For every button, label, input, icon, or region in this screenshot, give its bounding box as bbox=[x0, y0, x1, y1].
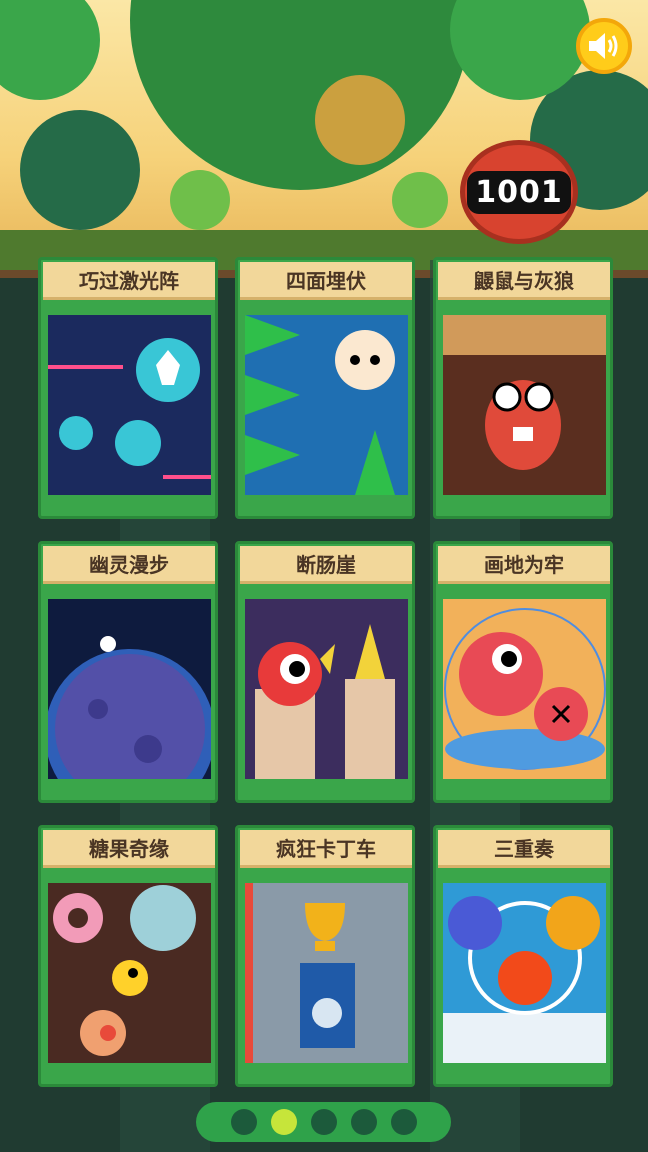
game-card-laser[interactable]: 巧过激光阵 bbox=[38, 257, 218, 519]
game-title: 鼹鼠与灰狼 bbox=[438, 262, 610, 300]
game-thumbnail-cliff bbox=[245, 599, 408, 779]
speaker-icon bbox=[589, 33, 618, 59]
game-title: 断肠崖 bbox=[240, 546, 412, 584]
game-card-ambush[interactable]: 四面埋伏 bbox=[235, 257, 415, 519]
game-card-prison[interactable]: 画地为牢 bbox=[433, 541, 613, 803]
game-thumbnail-mole bbox=[443, 315, 606, 495]
game-card-trio[interactable]: 三重奏 bbox=[433, 825, 613, 1087]
game-thumbnail-prison bbox=[443, 599, 606, 779]
game-title: 疯狂卡丁车 bbox=[240, 830, 412, 868]
game-title: 巧过激光阵 bbox=[43, 262, 215, 300]
page-dot-5[interactable] bbox=[390, 1109, 417, 1135]
page-dot-1[interactable] bbox=[230, 1109, 257, 1135]
game-title: 四面埋伏 bbox=[240, 262, 412, 300]
game-card-kart[interactable]: 疯狂卡丁车 bbox=[235, 825, 415, 1087]
game-thumbnail-laser bbox=[48, 315, 211, 495]
page-dot-3[interactable] bbox=[310, 1109, 337, 1135]
game-thumbnail-ambush bbox=[245, 315, 408, 495]
game-card-mole[interactable]: 鼹鼠与灰狼 bbox=[433, 257, 613, 519]
game-title: 幽灵漫步 bbox=[43, 546, 215, 584]
game-thumbnail-ghost bbox=[48, 599, 211, 779]
game-card-candy[interactable]: 糖果奇缘 bbox=[38, 825, 218, 1087]
game-thumbnail-candy bbox=[48, 883, 211, 1063]
game-title: 画地为牢 bbox=[438, 546, 610, 584]
game-title: 三重奏 bbox=[438, 830, 610, 868]
game-card-ghost[interactable]: 幽灵漫步 bbox=[38, 541, 218, 803]
sound-toggle-button[interactable] bbox=[576, 18, 632, 74]
game-card-cliff[interactable]: 断肠崖 bbox=[235, 541, 415, 803]
logo-badge: 1001 bbox=[460, 140, 578, 244]
logo-text: 1001 bbox=[467, 170, 571, 214]
page-indicator bbox=[196, 1102, 451, 1142]
game-title: 糖果奇缘 bbox=[43, 830, 215, 868]
game-thumbnail-kart bbox=[245, 883, 408, 1063]
page-dot-2[interactable] bbox=[270, 1109, 297, 1135]
game-thumbnail-trio bbox=[443, 883, 606, 1063]
page-dot-4[interactable] bbox=[350, 1109, 377, 1135]
